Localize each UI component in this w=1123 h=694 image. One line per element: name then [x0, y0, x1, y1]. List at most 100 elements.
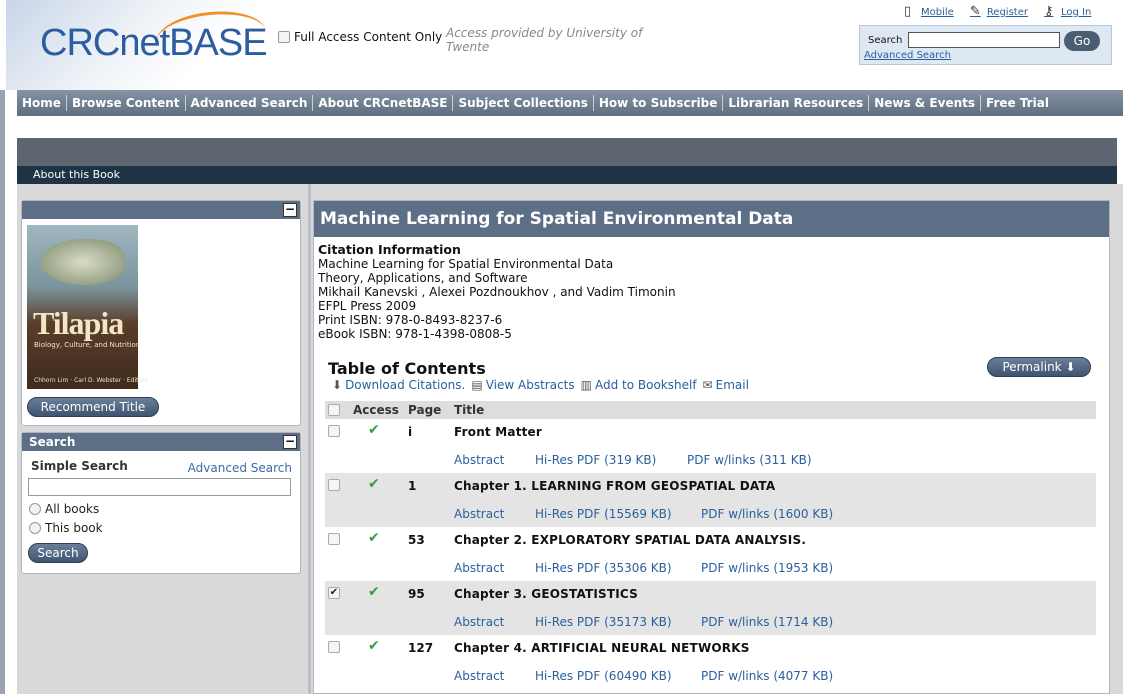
- row-title[interactable]: Front Matter: [454, 425, 542, 439]
- access-check-icon: ✔: [368, 584, 380, 600]
- row-checkbox[interactable]: [328, 479, 340, 491]
- logo-text: CRCnetBASE: [40, 22, 268, 64]
- recommend-title-button[interactable]: Recommend Title: [27, 397, 159, 417]
- radio-this-book-label: This book: [45, 521, 103, 535]
- nav-news-events[interactable]: News & Events: [869, 95, 982, 111]
- access-check-icon: ✔: [368, 638, 380, 654]
- header-page: Page: [408, 403, 442, 417]
- document-icon: ▤: [471, 378, 483, 392]
- fish-image: [41, 239, 125, 285]
- abstract-link[interactable]: Abstract: [454, 615, 504, 629]
- nav-free-trial[interactable]: Free Trial: [981, 95, 1054, 111]
- nav-advanced-search[interactable]: Advanced Search: [186, 95, 314, 111]
- email-icon: ✉: [702, 378, 713, 392]
- citation-line: Theory, Applications, and Software: [318, 271, 528, 285]
- toc-header-row: Access Page Title: [325, 401, 1096, 419]
- row-checkbox[interactable]: [328, 533, 340, 545]
- radio-icon[interactable]: [29, 503, 41, 515]
- row-title[interactable]: Chapter 3. GEOSTATISTICS: [454, 587, 638, 601]
- header-search-input[interactable]: [908, 32, 1060, 48]
- row-checkbox[interactable]: [328, 641, 340, 653]
- row-page: 1: [408, 479, 417, 493]
- header-search-label: Search: [868, 35, 903, 46]
- row-checkbox[interactable]: [328, 425, 340, 437]
- pdf-links-link[interactable]: PDF w/links (1600 KB): [701, 507, 833, 521]
- nav-about[interactable]: About CRCnetBASE: [313, 95, 454, 111]
- full-access-toggle[interactable]: Full Access Content Only: [278, 30, 442, 44]
- row-page: 53: [408, 533, 425, 547]
- email-link[interactable]: ✉ Email: [703, 378, 749, 392]
- download-citations-label: Download Citations.: [345, 378, 466, 392]
- abstract-link[interactable]: Abstract: [454, 507, 504, 521]
- row-checkbox[interactable]: ✔: [328, 587, 340, 599]
- hires-pdf-link[interactable]: Hi-Res PDF (60490 KB): [535, 669, 672, 683]
- toc-row: ✔ 53 Chapter 2. EXPLORATORY SPATIAL DATA A…: [325, 527, 1096, 581]
- add-to-bookshelf-link[interactable]: ▥ Add to Bookshelf: [581, 378, 697, 392]
- side-search-header: Search −: [22, 433, 300, 451]
- nav-home[interactable]: Home: [17, 95, 67, 111]
- full-access-checkbox[interactable]: [278, 31, 290, 43]
- book-panel: Machine Learning for Spatial Environment…: [313, 200, 1110, 694]
- toc-row: ✔ ✔ 95 Chapter 3. GEOSTATISTICS Abstract Hi-R…: [325, 581, 1096, 635]
- toc-rows: ✔ i Front Matter Abstract Hi-Res PDF (319 KB…: [325, 419, 1096, 689]
- header-search: Search Go Advanced Search: [859, 25, 1112, 65]
- pdf-links-link[interactable]: PDF w/links (4077 KB): [701, 669, 833, 683]
- nav-browse-content[interactable]: Browse Content: [67, 95, 186, 111]
- pencil-icon: ✎: [969, 4, 981, 19]
- cover-title: Tilapia: [33, 305, 124, 341]
- pdf-links-link[interactable]: PDF w/links (1714 KB): [701, 615, 833, 629]
- book-cover[interactable]: Tilapia Biology, Culture, and Nutrition …: [27, 225, 148, 389]
- header-access: Access: [353, 403, 399, 417]
- go-button[interactable]: Go: [1064, 31, 1100, 51]
- select-all-checkbox[interactable]: [328, 404, 340, 416]
- abstract-link[interactable]: Abstract: [454, 669, 504, 683]
- toc-table: Access Page Title ✔ i Front Matter Abstract…: [325, 401, 1096, 689]
- download-citations-link[interactable]: ⬇ Download Citations.: [332, 378, 465, 392]
- mobile-label: Mobile: [921, 6, 954, 18]
- radio-this-book[interactable]: This book: [29, 521, 103, 535]
- side-search-button[interactable]: Search: [28, 543, 88, 563]
- pdf-links-link[interactable]: PDF w/links (1953 KB): [701, 561, 833, 575]
- key-icon: ⚷: [1043, 4, 1054, 19]
- login-link[interactable]: ⚷ Log In: [1044, 4, 1091, 20]
- header-advanced-search-link[interactable]: Advanced Search: [864, 50, 951, 61]
- radio-all-books[interactable]: All books: [29, 502, 99, 516]
- add-to-bookshelf-label: Add to Bookshelf: [594, 378, 697, 392]
- citation-line: EFPL Press 2009: [318, 299, 417, 313]
- row-page: i: [408, 425, 413, 439]
- bookshelf-icon: ▥: [580, 378, 592, 392]
- nav-subject-collections[interactable]: Subject Collections: [453, 95, 594, 111]
- view-abstracts-link[interactable]: ▤ View Abstracts: [471, 378, 574, 392]
- hires-pdf-link[interactable]: Hi-Res PDF (35173 KB): [535, 615, 672, 629]
- radio-icon[interactable]: [29, 522, 41, 534]
- hires-pdf-link[interactable]: Hi-Res PDF (35306 KB): [535, 561, 672, 575]
- access-check-icon: ✔: [368, 422, 380, 438]
- row-title[interactable]: Chapter 4. ARTIFICIAL NEURAL NETWORKS: [454, 641, 750, 655]
- hires-pdf-link[interactable]: Hi-Res PDF (15569 KB): [535, 507, 672, 521]
- book-title: Machine Learning for Spatial Environment…: [314, 201, 1109, 237]
- collapse-icon[interactable]: −: [283, 435, 297, 449]
- hires-pdf-link[interactable]: Hi-Res PDF (319 KB): [535, 453, 656, 467]
- mobile-link[interactable]: ▯ Mobile: [904, 4, 954, 20]
- site-logo[interactable]: CRCnetBASE: [6, 0, 269, 90]
- access-check-icon: ✔: [368, 476, 380, 492]
- header-title: Title: [454, 403, 485, 417]
- nav-librarian-resources[interactable]: Librarian Resources: [723, 95, 870, 111]
- full-access-label: Full Access Content Only: [294, 30, 443, 44]
- abstract-link[interactable]: Abstract: [454, 453, 504, 467]
- row-title[interactable]: Chapter 1. LEARNING FROM GEOSPATIAL DATA: [454, 479, 775, 493]
- banner-band: [17, 138, 1117, 166]
- radio-all-books-label: All books: [45, 502, 100, 516]
- collapse-icon[interactable]: −: [283, 203, 297, 217]
- left-column: − Tilapia Biology, Culture, and Nutritio…: [17, 184, 308, 694]
- row-title[interactable]: Chapter 2. EXPLORATORY SPATIAL DATA ANAL…: [454, 533, 806, 547]
- pdf-links-link[interactable]: PDF w/links (311 KB): [687, 453, 812, 467]
- permalink-button[interactable]: Permalink ⬇: [987, 357, 1091, 377]
- about-this-book-bar: About this Book: [17, 166, 1117, 184]
- side-search-input[interactable]: [28, 478, 291, 496]
- side-advanced-search-link[interactable]: Advanced Search: [188, 461, 292, 475]
- abstract-link[interactable]: Abstract: [454, 561, 504, 575]
- nav-how-to-subscribe[interactable]: How to Subscribe: [594, 95, 724, 111]
- toc-row: ✔ 127 Chapter 4. ARTIFICIAL NEURAL NETWORK…: [325, 635, 1096, 689]
- register-link[interactable]: ✎ Register: [970, 4, 1028, 20]
